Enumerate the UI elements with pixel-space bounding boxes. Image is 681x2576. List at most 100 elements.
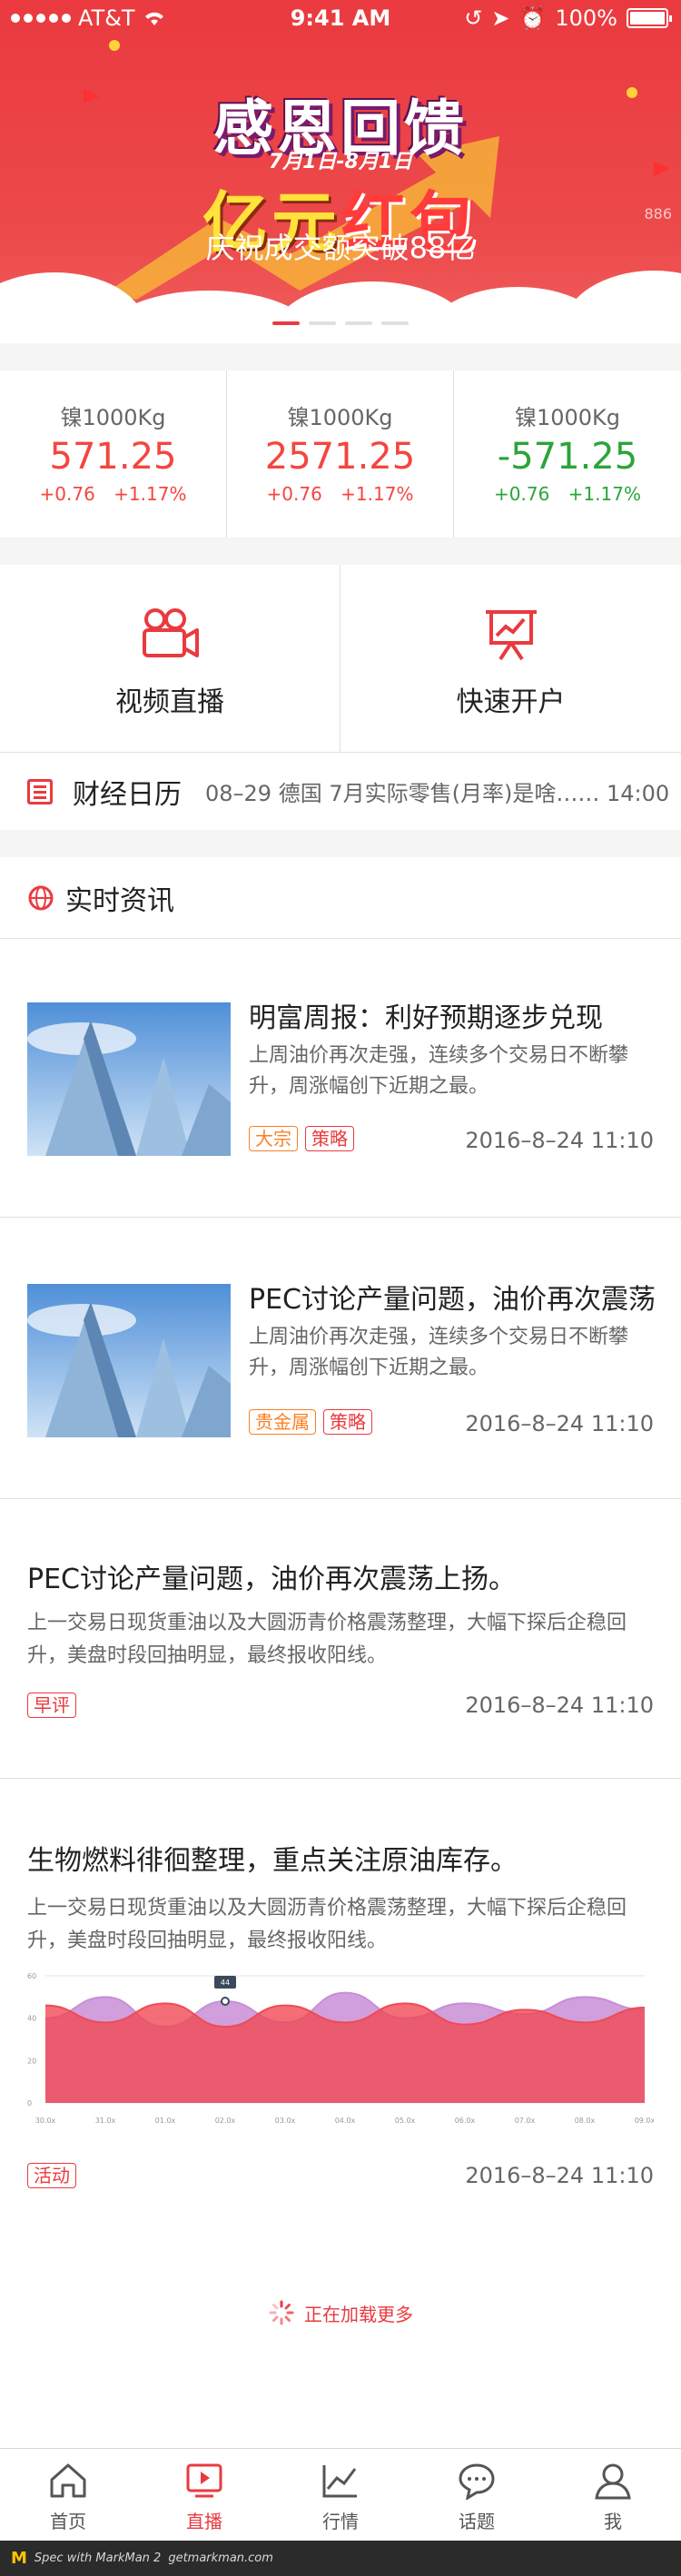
news-tag[interactable]: 策略 [305,1126,354,1151]
home-icon [50,2463,86,2498]
carousel-indicators[interactable] [0,321,681,325]
article-title: PEC讨论产量问题，油价再次震荡上扬。 [27,1564,516,1595]
news-tag[interactable]: 贵金属 [249,1409,316,1435]
ticker-change: +0.76 +1.17% [0,483,226,505]
feature-row: 视频直播 快速开户 [0,565,681,752]
financial-calendar-row[interactable]: 财经日历 08–29 德国 7月实际零售(月率)是啥…… 14:00 [0,752,681,830]
ticker-name: 镍1000Kg [514,405,621,430]
ticker-change-percent: +1.17% [568,483,641,505]
chart-y-tick-label: 20 [27,2057,36,2065]
news-tag[interactable]: 大宗 [249,1126,298,1151]
divider [0,1778,681,1779]
alarm-icon: ⏰ [518,5,547,31]
play-icon [186,2463,222,2498]
news-date: 2016–8–24 11:10 [465,1411,654,1436]
divider [0,1217,681,1218]
news-summary: 上周油价再次走强，连续多个交易日不断攀升，周涨幅创下近期之最。 [249,1326,629,1379]
article-date: 2016–8–24 11:10 [465,1693,654,1718]
tab-topics[interactable]: 话题 [409,2449,545,2541]
ticker-change-value: +0.76 [494,483,550,505]
quick-open-account-button[interactable]: 快速开户 [340,565,681,752]
article-chart: 0 20 40 60 30.0x 31.0x 01.0x 02.0x 03.0x 04.0x 05.… [27,1972,654,2125]
markman-logo: M [11,2549,27,2568]
price-tickers: 镍1000Kg 571.25 +0.76 +1.17% 镍1000Kg 2571… [0,370,681,538]
news-tags: 贵金属 策略 [249,1409,380,1435]
ticker-change: +0.76 +1.17% [454,483,681,505]
tab-home[interactable]: 首页 [0,2449,136,2541]
tab-me[interactable]: 我 [545,2449,681,2541]
chart-x-tick-label: 04.0x [335,2117,356,2125]
chart-line-icon [322,2465,357,2498]
article-date: 2016–8–24 11:10 [465,2163,654,2188]
ticker-price: 571.25 [49,436,177,478]
load-more[interactable]: 正在加载更多 [0,2299,681,2326]
ticker-change-value: +0.76 [266,483,322,505]
ticker-card[interactable]: 镍1000Kg -571.25 +0.76 +1.17% [454,370,681,538]
chart-x-tick-label: 02.0x [215,2117,236,2125]
tab-label: 直播 [186,2511,222,2532]
banner-subtitle: 庆祝成交额突破88亿 [205,231,476,265]
article-tag[interactable]: 早评 [27,1693,76,1718]
tab-live[interactable]: 直播 [136,2449,272,2541]
news-title: PEC讨论产量问题，油价再次震荡 [249,1284,656,1316]
section-title: 实时资讯 [65,884,174,917]
section-gap [0,538,681,565]
news-summary: 上周油价再次走强，连续多个交易日不断攀升，周涨幅创下近期之最。 [249,1044,629,1098]
location-icon: ➤ [491,5,510,31]
battery-percent: 100% [555,5,617,31]
ticker-change-percent: +1.17% [114,483,187,505]
news-section-header: 实时资讯 [0,857,681,939]
carousel-indicator[interactable] [309,321,336,325]
chart-y-tick-label: 40 [27,2015,36,2023]
chat-bubble-icon [459,2463,495,2500]
carousel-indicator[interactable] [272,321,300,325]
chart-x-tick-label: 07.0x [515,2117,536,2125]
chart-x-tick-label: 30.0x [35,2117,56,2125]
ticker-card[interactable]: 镍1000Kg 571.25 +0.76 +1.17% [0,370,227,538]
status-bar: AT&T 9:41 AM ↺ ➤ ⏰ 100% [0,0,681,36]
news-tags: 大宗 策略 [249,1126,361,1151]
globe-icon [28,885,54,910]
footer-url: getmarkman.com [168,2551,273,2565]
feature-label: 视频直播 [115,686,224,718]
chart-tooltip-label: 44 [221,1979,230,1987]
promo-banner[interactable]: 感恩回馈 7月1日-8月1日 亿元红包 庆祝成交额突破88亿 886 [0,0,681,343]
battery-icon [627,8,672,28]
chart-x-tick-label: 06.0x [455,2117,476,2125]
ticker-card[interactable]: 镍1000Kg 2571.25 +0.76 +1.17% [227,370,454,538]
article-summary: 上一交易日现货重油以及大圆沥青价格震荡整理，大幅下探后企稳回升，美盘时段回抽明显… [27,1897,627,1952]
user-icon [595,2463,631,2500]
video-camera-icon [143,608,199,657]
article-tags: 活动 [27,2163,84,2188]
chart-x-tick-label: 09.0x [635,2117,654,2125]
chart-x-tick-label: 01.0x [155,2117,176,2125]
footer-text: Spec with MarkMan 2 [34,2551,162,2565]
news-tag[interactable]: 策略 [323,1409,372,1435]
ticker-name: 镍1000Kg [287,405,393,430]
chart-x-tick-label: 03.0x [275,2117,296,2125]
ticker-price: 2571.25 [264,436,416,478]
markman-footer: M Spec with MarkMan 2 getmarkman.com [0,2541,681,2576]
spinner-icon [269,2300,294,2325]
chart-x-tick-label: 08.0x [575,2117,596,2125]
presentation-board-icon [485,610,537,661]
news-title: 明富周报：利好预期逐步兑现 [249,1002,603,1034]
ticker-change-value: +0.76 [39,483,95,505]
chart-x-tick-label: 31.0x [95,2117,116,2125]
loading-text: 正在加载更多 [304,2303,413,2325]
chart-x-tick-label: 05.0x [395,2117,416,2125]
video-live-button[interactable]: 视频直播 [0,565,340,752]
ticker-name: 镍1000Kg [60,405,166,430]
tab-bar: 首页 直播 行情 话题 我 [0,2448,681,2541]
carousel-indicator[interactable] [345,321,372,325]
article-tag[interactable]: 活动 [27,2163,76,2188]
tab-label: 首页 [50,2511,86,2532]
tab-market[interactable]: 行情 [272,2449,409,2541]
chart-y-tick-label: 60 [27,1972,36,1980]
tab-label: 我 [604,2511,622,2532]
calendar-title: 财经日历 [73,778,182,811]
carousel-indicator[interactable] [381,321,409,325]
section-gap [0,830,681,857]
chart-tooltip-point [221,1997,230,2006]
calendar-ticker-text: 08–29 德国 7月实际零售(月率)是啥…… 14:00 [205,781,670,806]
